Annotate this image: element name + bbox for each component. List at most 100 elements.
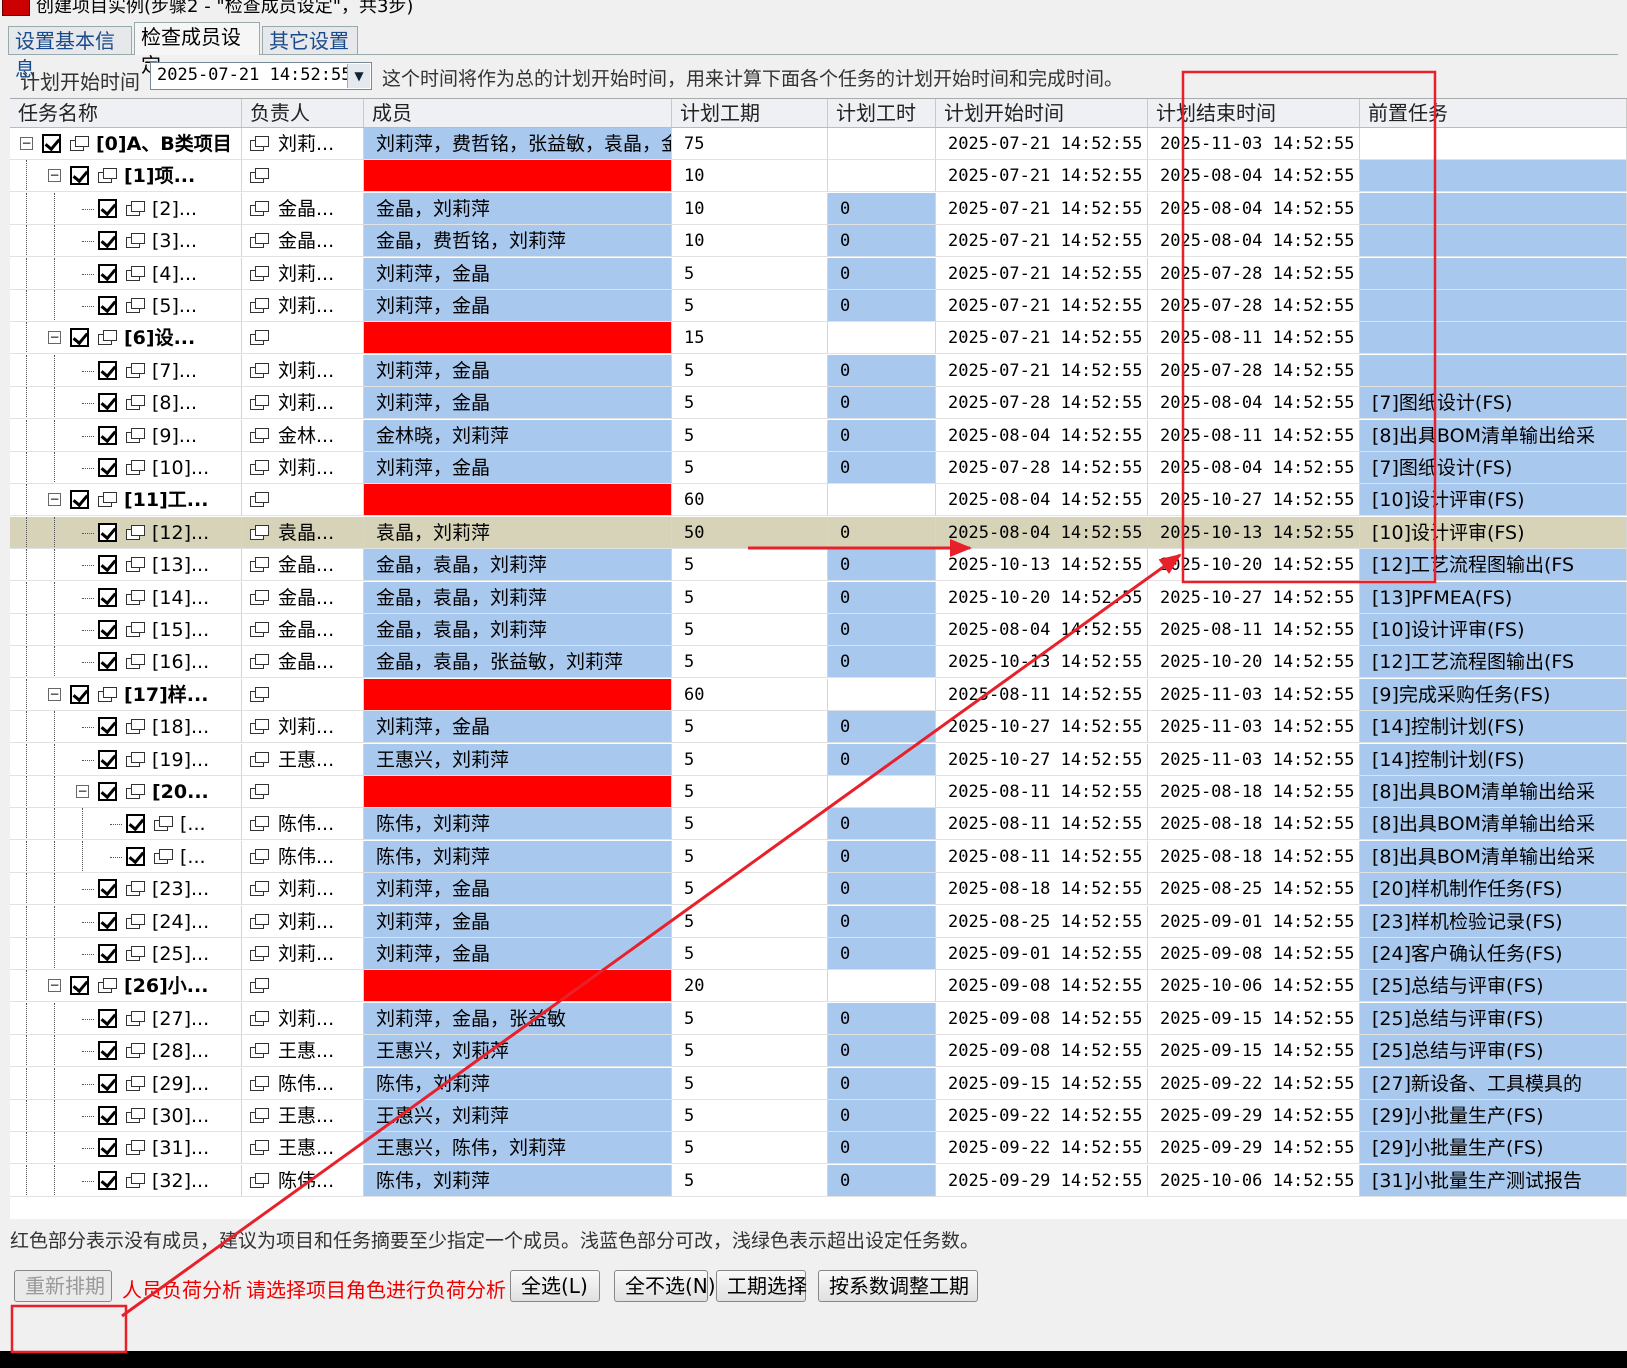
cell-end[interactable]: 2025-09-29 14:52:55 <box>1148 1132 1360 1165</box>
cell-end[interactable]: 2025-10-06 14:52:55 <box>1148 970 1360 1003</box>
cell-dur[interactable]: 5 <box>672 419 828 452</box>
owner-wrap[interactable]: 陈伟... <box>242 1068 363 1099</box>
row-checkbox[interactable] <box>98 231 117 251</box>
row-checkbox[interactable] <box>98 749 117 769</box>
table-row[interactable]: [24]... 刘莉... 刘莉萍，金晶 5 0 2025-08-25 14:52:55 2… <box>10 905 1627 938</box>
row-checkbox[interactable] <box>98 1073 117 1093</box>
cell-end[interactable]: 2025-09-01 14:52:55 <box>1148 905 1360 938</box>
table-row[interactable]: [14]... 金晶... 金晶，袁晶，刘莉萍 5 0 2025-10-20 14:52:… <box>10 581 1627 614</box>
cell-pre[interactable]: [9]完成采购任务(FS) <box>1360 678 1627 711</box>
row-checkbox[interactable] <box>126 846 145 866</box>
cell-pre[interactable]: [10]设计评审(FS) <box>1360 516 1627 549</box>
owner-wrap[interactable]: 金林... <box>242 420 363 451</box>
cell-owner[interactable]: 刘莉... <box>242 128 364 160</box>
cell-start[interactable]: 2025-08-04 14:52:55 <box>936 484 1148 517</box>
cell-members[interactable]: 王惠兴，刘莉萍 <box>364 1100 672 1132</box>
cell-pre[interactable]: [10]设计评审(FS) <box>1360 484 1627 517</box>
row-checkbox[interactable] <box>98 198 117 218</box>
cell-start[interactable]: 2025-07-21 14:52:55 <box>936 257 1148 290</box>
cell-members[interactable]: 陈伟，刘莉萍 <box>364 1164 672 1197</box>
cell-pre[interactable]: [25]总结与评审(FS) <box>1360 970 1627 1003</box>
cell-members[interactable]: 金晶，袁晶，刘莉萍 <box>364 581 672 614</box>
cell-hours[interactable] <box>828 160 936 193</box>
cell-hours[interactable]: 0 <box>828 1164 936 1197</box>
row-checkbox[interactable] <box>98 1008 117 1028</box>
cell-pre[interactable]: [25]总结与评审(FS) <box>1360 1035 1627 1068</box>
row-checkbox[interactable] <box>98 1106 117 1125</box>
cell-pre[interactable]: [14]控制计划(FS) <box>1360 743 1627 776</box>
cell-hours[interactable]: 0 <box>828 1100 936 1132</box>
cell-dur[interactable]: 5 <box>672 257 828 290</box>
cell-dur[interactable]: 20 <box>672 970 828 1003</box>
cell-start[interactable]: 2025-08-11 14:52:55 <box>936 678 1148 711</box>
duration-select-button[interactable]: 工期选择 <box>716 1270 807 1302</box>
cell-start[interactable]: 2025-07-21 14:52:55 <box>936 354 1148 387</box>
cell-owner[interactable]: 金晶... <box>242 549 364 582</box>
cell-pre[interactable] <box>1360 290 1627 322</box>
cell-start[interactable]: 2025-08-04 14:52:55 <box>936 614 1148 646</box>
cell-owner[interactable]: 王惠... <box>242 1132 364 1165</box>
cell-start[interactable]: 2025-10-27 14:52:55 <box>936 743 1148 776</box>
cell-members[interactable]: 王惠兴，陈伟，刘莉萍 <box>364 1132 672 1165</box>
cell-members[interactable]: 金晶，费哲铭，刘莉萍 <box>364 225 672 258</box>
cell-members[interactable]: 金晶，袁晶，刘莉萍 <box>364 614 672 646</box>
cell-dur[interactable]: 5 <box>672 1164 828 1197</box>
cell-hours[interactable]: 0 <box>828 549 936 582</box>
owner-wrap[interactable]: 金晶... <box>242 614 363 645</box>
owner-wrap[interactable] <box>242 484 363 515</box>
cell-dur[interactable]: 5 <box>672 581 828 614</box>
owner-wrap[interactable]: 金晶... <box>242 193 363 224</box>
cell-dur[interactable]: 5 <box>672 549 828 582</box>
owner-wrap[interactable]: 刘莉... <box>242 128 363 159</box>
cell-end[interactable]: 2025-08-04 14:52:55 <box>1148 452 1360 484</box>
cell-end[interactable]: 2025-08-25 14:52:55 <box>1148 873 1360 906</box>
cell-start[interactable]: 2025-09-01 14:52:55 <box>936 938 1148 970</box>
table-row[interactable]: [30]... 王惠... 王惠兴，刘莉萍 5 0 2025-09-22 14:52:55… <box>10 1100 1627 1132</box>
cell-members[interactable] <box>364 678 672 711</box>
cell-members[interactable]: 王惠兴，刘莉萍 <box>364 743 672 776</box>
owner-wrap[interactable]: 金晶... <box>242 646 363 677</box>
cell-members[interactable] <box>364 322 672 355</box>
cell-hours[interactable]: 0 <box>828 257 936 290</box>
owner-wrap[interactable]: 刘莉... <box>242 1003 363 1034</box>
cell-hours[interactable]: 0 <box>828 1132 936 1165</box>
row-checkbox[interactable] <box>42 134 61 153</box>
table-row[interactable]: [19]... 王惠... 王惠兴，刘莉萍 5 0 2025-10-27 14:52:55… <box>10 743 1627 776</box>
table-row[interactable]: − [11]工... 60 2025-08-04 14:52:55 2025-10-27… <box>10 484 1627 517</box>
cell-owner[interactable]: 刘莉... <box>242 290 364 322</box>
row-checkbox[interactable] <box>98 458 117 477</box>
cell-hours[interactable]: 0 <box>828 1035 936 1068</box>
cell-dur[interactable]: 15 <box>672 322 828 355</box>
cell-owner[interactable]: 刘莉... <box>242 452 364 484</box>
load-analysis-link[interactable]: 人员负荷分析 <box>122 1274 242 1303</box>
cell-owner[interactable] <box>242 776 364 808</box>
cell-end[interactable]: 2025-08-11 14:52:55 <box>1148 614 1360 646</box>
cell-end[interactable]: 2025-08-04 14:52:55 <box>1148 160 1360 193</box>
cell-start[interactable]: 2025-10-13 14:52:55 <box>936 646 1148 679</box>
cell-start[interactable]: 2025-08-11 14:52:55 <box>936 808 1148 841</box>
cell-start[interactable]: 2025-07-21 14:52:55 <box>936 290 1148 322</box>
cell-pre[interactable]: [12]工艺流程图输出(FS <box>1360 549 1627 582</box>
cell-end[interactable]: 2025-09-08 14:52:55 <box>1148 938 1360 970</box>
row-checkbox[interactable] <box>98 1138 117 1158</box>
row-checkbox[interactable] <box>98 652 117 672</box>
cell-owner[interactable]: 刘莉... <box>242 354 364 387</box>
cell-pre[interactable]: [31]小批量生产测试报告 <box>1360 1164 1627 1197</box>
cell-hours[interactable] <box>828 970 936 1003</box>
cell-dur[interactable]: 5 <box>672 646 828 679</box>
cell-hours[interactable]: 0 <box>828 419 936 452</box>
table-row[interactable]: [12]... 袁晶... 袁晶，刘莉萍 50 0 2025-08-04 14:52:55… <box>10 516 1627 549</box>
cell-owner[interactable]: 王惠... <box>242 1035 364 1068</box>
row-checkbox[interactable] <box>70 684 89 704</box>
row-checkbox[interactable] <box>70 976 89 996</box>
cell-owner[interactable]: 王惠... <box>242 1100 364 1132</box>
cell-members[interactable] <box>364 776 672 808</box>
cell-hours[interactable]: 0 <box>828 840 936 873</box>
cell-end[interactable]: 2025-08-18 14:52:55 <box>1148 776 1360 808</box>
cell-owner[interactable]: 金晶... <box>242 646 364 679</box>
cell-pre[interactable]: [10]设计评审(FS) <box>1360 614 1627 646</box>
cell-end[interactable]: 2025-08-04 14:52:55 <box>1148 387 1360 420</box>
table-row[interactable]: − [20... 5 2025-08-11 14:52:55 2025-08-18 14… <box>10 776 1627 808</box>
table-row[interactable]: [... 陈伟... 陈伟，刘莉萍 5 0 2025-08-11 14:52:55 2025… <box>10 840 1627 873</box>
table-row[interactable]: [13]... 金晶... 金晶，袁晶，刘莉萍 5 0 2025-10-13 14:52:… <box>10 549 1627 582</box>
